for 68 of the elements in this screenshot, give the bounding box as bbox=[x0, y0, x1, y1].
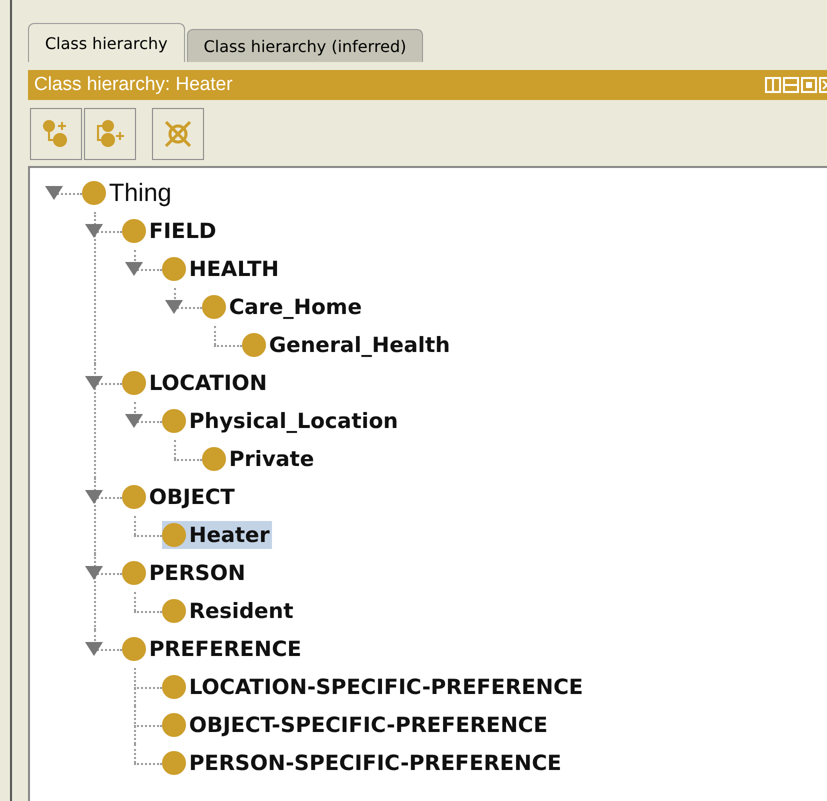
class-label: Resident bbox=[189, 599, 294, 623]
class-circle-icon bbox=[202, 447, 226, 471]
tree-item[interactable]: Private bbox=[202, 445, 316, 473]
class-label: Private bbox=[229, 447, 314, 471]
tree-item[interactable]: FIELD bbox=[122, 217, 218, 245]
class-label: General_Health bbox=[269, 333, 450, 357]
tree-item[interactable]: PREFERENCE bbox=[122, 635, 304, 663]
tab[interactable]: Class hierarchy (inferred) bbox=[186, 29, 424, 62]
class-circle-icon bbox=[162, 523, 186, 547]
class-label: Care_Home bbox=[229, 295, 362, 319]
tree-item[interactable]: HEALTH bbox=[162, 255, 281, 283]
class-circle-icon bbox=[242, 333, 266, 357]
class-circle-icon bbox=[162, 599, 186, 623]
split-view-icon[interactable] bbox=[765, 77, 781, 93]
class-label: LOCATION bbox=[149, 371, 268, 395]
add-sibling-icon bbox=[94, 118, 126, 150]
class-label: OBJECT bbox=[149, 485, 235, 509]
tree-item[interactable]: Thing bbox=[82, 176, 174, 210]
class-circle-icon bbox=[162, 409, 186, 433]
expand-triangle-icon[interactable] bbox=[124, 261, 144, 277]
class-label: PERSON-SPECIFIC-PREFERENCE bbox=[189, 751, 562, 775]
expand-triangle-icon[interactable] bbox=[84, 375, 104, 391]
expand-triangle-icon[interactable] bbox=[84, 565, 104, 581]
class-circle-icon bbox=[162, 675, 186, 699]
class-label: FIELD bbox=[149, 219, 216, 243]
class-label: PREFERENCE bbox=[149, 637, 302, 661]
maximize-icon[interactable] bbox=[801, 77, 817, 93]
expand-triangle-icon[interactable] bbox=[84, 641, 104, 657]
tree-item[interactable]: Heater bbox=[162, 521, 272, 549]
expand-triangle-icon[interactable] bbox=[44, 185, 64, 201]
class-circle-icon bbox=[122, 561, 146, 585]
view-title: Class hierarchy: Heater bbox=[34, 74, 233, 96]
class-label: Heater bbox=[189, 523, 270, 547]
class-label: OBJECT-SPECIFIC-PREFERENCE bbox=[189, 713, 548, 737]
tree-item[interactable]: Resident bbox=[162, 597, 296, 625]
delete-class-button[interactable] bbox=[152, 108, 204, 160]
tree-item[interactable]: OBJECT-SPECIFIC-PREFERENCE bbox=[162, 711, 550, 739]
tree-item[interactable]: PERSON-SPECIFIC-PREFERENCE bbox=[162, 749, 564, 777]
expand-triangle-icon[interactable] bbox=[84, 489, 104, 505]
class-circle-icon bbox=[162, 713, 186, 737]
add-subclass-button[interactable] bbox=[30, 108, 82, 160]
tree-item[interactable]: OBJECT bbox=[122, 483, 237, 511]
class-circle-icon bbox=[202, 295, 226, 319]
minimize-icon[interactable] bbox=[783, 77, 799, 93]
expand-triangle-icon[interactable] bbox=[124, 413, 144, 429]
tab[interactable]: Class hierarchy bbox=[28, 23, 185, 62]
class-circle-icon bbox=[162, 257, 186, 281]
tree-item[interactable]: LOCATION bbox=[122, 369, 270, 397]
class-circle-icon bbox=[122, 637, 146, 661]
class-label: Thing bbox=[109, 178, 172, 208]
tree-item[interactable]: Care_Home bbox=[202, 293, 364, 321]
expand-triangle-icon[interactable] bbox=[84, 223, 104, 239]
tree-item[interactable]: LOCATION-SPECIFIC-PREFERENCE bbox=[162, 673, 586, 701]
class-circle-icon bbox=[122, 219, 146, 243]
expand-triangle-icon[interactable] bbox=[164, 299, 184, 315]
tree-item[interactable]: Physical_Location bbox=[162, 407, 400, 435]
class-circle-icon bbox=[82, 181, 106, 205]
class-circle-icon bbox=[162, 751, 186, 775]
class-label: PERSON bbox=[149, 561, 246, 585]
add-sibling-button[interactable] bbox=[84, 108, 136, 160]
class-circle-icon bbox=[122, 371, 146, 395]
tree-item[interactable]: General_Health bbox=[242, 331, 452, 359]
class-label: Physical_Location bbox=[189, 409, 398, 433]
delete-icon bbox=[162, 118, 194, 150]
class-label: HEALTH bbox=[189, 257, 279, 281]
class-circle-icon bbox=[122, 485, 146, 509]
tree-item[interactable]: PERSON bbox=[122, 559, 248, 587]
class-label: LOCATION-SPECIFIC-PREFERENCE bbox=[189, 675, 584, 699]
